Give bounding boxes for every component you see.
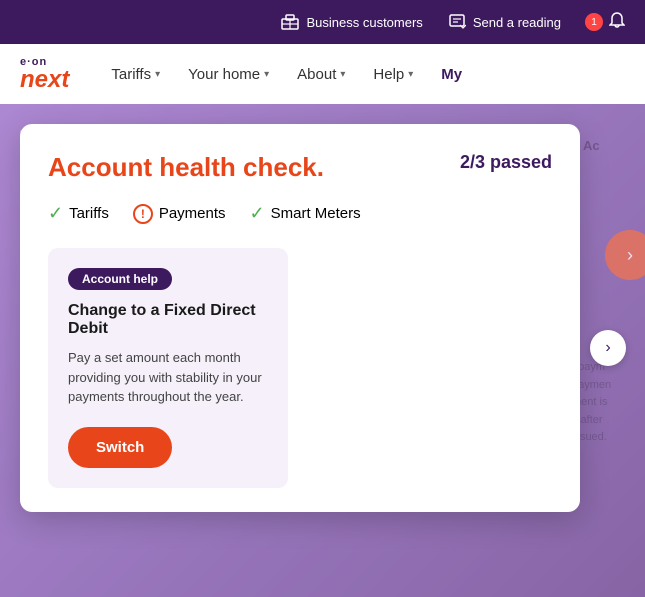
nav-help-label: Help: [373, 66, 404, 83]
nav-your-home-label: Your home: [188, 66, 260, 83]
send-reading-link[interactable]: Send a reading: [447, 12, 561, 32]
nav-about-label: About: [297, 66, 336, 83]
inner-card-description: Pay a set amount each month providing yo…: [68, 348, 268, 407]
main-nav: e·on next Tariffs ▾ Your home ▾ About ▾ …: [0, 44, 645, 104]
business-customers-link[interactable]: Business customers: [280, 12, 422, 32]
check-items: ✓ Tariffs ! Payments ✓ Smart Meters: [48, 203, 552, 224]
passed-badge: 2/3 passed: [460, 152, 552, 173]
nav-item-your-home[interactable]: Your home ▾: [176, 58, 281, 91]
nav-my-label: My: [441, 66, 462, 83]
tariffs-check-icon: ✓: [48, 203, 63, 224]
modal-card: Account health check. 2/3 passed ✓ Tarif…: [20, 124, 580, 512]
inner-card-title: Change to a Fixed Direct Debit: [68, 302, 268, 338]
nav-help-chevron: ▾: [408, 69, 413, 80]
modal-overlay: Account health check. 2/3 passed ✓ Tarif…: [0, 104, 645, 597]
check-item-payments: ! Payments: [133, 204, 226, 224]
nav-about-chevron: ▾: [340, 69, 345, 80]
payments-warning-icon: !: [133, 204, 153, 224]
logo[interactable]: e·on next: [20, 57, 69, 92]
modal-header: Account health check. 2/3 passed: [48, 152, 552, 183]
check-item-tariffs: ✓ Tariffs: [48, 203, 109, 224]
payments-check-label: Payments: [159, 205, 226, 222]
nav-item-my[interactable]: My: [429, 58, 474, 91]
nav-item-about[interactable]: About ▾: [285, 58, 357, 91]
modal-arrow-icon: ›: [605, 339, 610, 357]
modal-next-arrow[interactable]: ›: [590, 330, 626, 366]
notification-badge: 1: [585, 13, 603, 31]
nav-tariffs-chevron: ▾: [155, 69, 160, 80]
check-item-smart-meters: ✓ Smart Meters: [250, 203, 361, 224]
nav-tariffs-label: Tariffs: [111, 66, 151, 83]
switch-button[interactable]: Switch: [68, 427, 172, 468]
account-help-badge: Account help: [68, 268, 172, 290]
send-reading-label: Send a reading: [473, 15, 561, 30]
smart-meters-check-icon: ✓: [250, 203, 265, 224]
nav-items: Tariffs ▾ Your home ▾ About ▾ Help ▾ My: [99, 58, 625, 91]
business-icon: [280, 12, 300, 32]
modal-title: Account health check.: [48, 152, 324, 183]
send-reading-icon: [447, 12, 467, 32]
nav-item-help[interactable]: Help ▾: [361, 58, 425, 91]
tariffs-check-label: Tariffs: [69, 205, 109, 222]
top-bar: Business customers Send a reading 1: [0, 0, 645, 44]
smart-meters-check-label: Smart Meters: [271, 205, 361, 222]
notification-bell[interactable]: 1: [585, 12, 625, 33]
business-customers-label: Business customers: [306, 15, 422, 30]
logo-next: next: [20, 68, 69, 92]
inner-card: Account help Change to a Fixed Direct De…: [48, 248, 288, 488]
nav-item-tariffs[interactable]: Tariffs ▾: [99, 58, 172, 91]
bell-icon: [609, 12, 625, 33]
nav-your-home-chevron: ▾: [264, 69, 269, 80]
